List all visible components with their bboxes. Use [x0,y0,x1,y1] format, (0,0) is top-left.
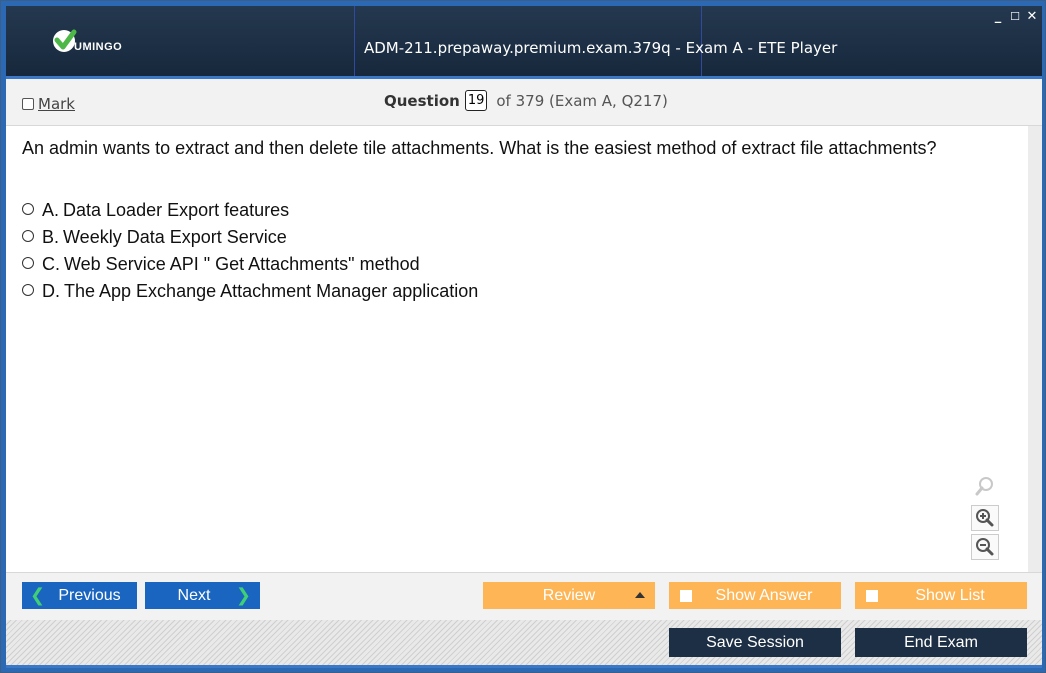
question-total: of 379 (Exam A, Q217) [496,91,668,110]
previous-label: Previous [58,586,121,604]
answer-text: The App Exchange Attachment Manager appl… [64,281,479,301]
show-list-label: Show List [915,586,985,604]
footer-bar: Save Session End Exam [6,620,1042,668]
close-button[interactable]: ✕ [1025,8,1039,26]
next-button[interactable]: Next ❯ [145,582,260,609]
zoom-out-icon[interactable] [971,534,999,560]
next-label: Next [177,586,211,604]
mark-label: Mark [38,95,75,113]
question-bar: Mark Question 19 of 379 (Exam A, Q217) [6,79,1042,126]
answer-letter: D. [42,281,60,301]
radio-button[interactable] [22,229,34,242]
title-separator [354,6,355,76]
show-answer-checkbox[interactable] [680,590,692,602]
question-content: An admin wants to extract and then delet… [6,126,1028,572]
minimize-button[interactable]: _ [991,8,1005,26]
answer-letter: C. [42,254,60,274]
show-list-checkbox[interactable] [866,590,878,602]
radio-button[interactable] [22,283,34,296]
show-answer-label: Show Answer [715,586,813,604]
zoom-in-icon[interactable] [971,505,999,531]
question-info: Question 19 of 379 (Exam A, Q217) [384,90,668,111]
mark-checkbox[interactable]: Mark [22,95,75,113]
app-window: UMINGO ADM-211.prepaway.premium.exam.379… [0,0,1046,673]
previous-button[interactable]: ❮ Previous [22,582,137,609]
radio-button[interactable] [22,256,34,269]
answer-list: A. Data Loader Export features B. Weekly… [22,197,478,305]
mark-checkbox-box[interactable] [22,98,34,110]
answer-text: Data Loader Export features [63,200,290,220]
caret-up-icon [635,592,645,598]
logo-text: UMINGO [74,41,123,53]
review-button[interactable]: Review [483,582,655,609]
vertical-scrollbar[interactable] [1028,126,1042,572]
chevron-left-icon: ❮ [30,585,46,606]
review-label: Review [542,586,596,604]
answer-text: Web Service API " Get Attachments" metho… [64,254,420,274]
answer-text: Weekly Data Export Service [63,227,287,247]
answer-option-b[interactable]: B. Weekly Data Export Service [22,224,478,251]
chevron-right-icon: ❯ [235,585,251,606]
end-exam-button[interactable]: End Exam [855,628,1027,657]
zoom-reset-icon[interactable] [971,474,999,500]
radio-button[interactable] [22,202,34,215]
title-bar: UMINGO ADM-211.prepaway.premium.exam.379… [6,6,1042,79]
answer-option-c[interactable]: C. Web Service API " Get Attachments" me… [22,251,478,278]
navigation-bar: ❮ Previous Next ❯ Review Show Answer Sho… [6,572,1042,620]
answer-option-a[interactable]: A. Data Loader Export features [22,197,478,224]
question-text: An admin wants to extract and then delet… [22,138,937,158]
show-answer-button[interactable]: Show Answer [669,582,841,609]
window-title: ADM-211.prepaway.premium.exam.379q - Exa… [364,39,838,57]
question-label: Question [384,91,460,110]
show-list-button[interactable]: Show List [855,582,1027,609]
save-session-button[interactable]: Save Session [669,628,841,657]
question-number-input[interactable]: 19 [464,90,488,111]
answer-letter: B. [42,227,60,247]
answer-option-d[interactable]: D. The App Exchange Attachment Manager a… [22,278,478,305]
maximize-button[interactable]: ☐ [1008,8,1022,26]
answer-letter: A. [42,200,60,220]
